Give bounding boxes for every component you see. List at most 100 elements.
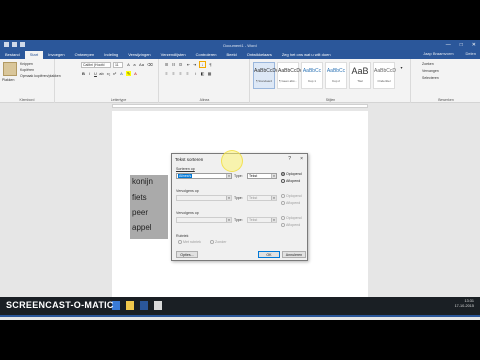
window-controls: — □ ✕ xyxy=(446,42,476,48)
text-effects-icon[interactable]: A xyxy=(119,71,124,76)
subscript-icon[interactable]: x₂ xyxy=(106,71,111,76)
chevron-down-icon: ▾ xyxy=(226,218,231,222)
decrease-indent-icon[interactable]: ⇤ xyxy=(186,62,191,67)
ribbon-tabs: Bestand Start Invoegen Ontwerpen Indelin… xyxy=(0,50,480,59)
tab-beeld[interactable]: Beeld xyxy=(221,51,241,59)
editing-group-label: Bewerken xyxy=(438,98,454,102)
bold-icon[interactable]: B xyxy=(81,71,86,76)
format-painter-button[interactable]: Opmaak kopiëren/plakken xyxy=(20,73,61,79)
clear-format-icon[interactable]: ⌫ xyxy=(147,62,153,67)
font-size-field[interactable]: 11 xyxy=(113,62,123,68)
help-button[interactable]: ? xyxy=(288,156,291,162)
user-name[interactable]: Jaap Braamvorm xyxy=(423,51,453,56)
italic-icon[interactable]: I xyxy=(87,71,92,76)
highlight-icon[interactable]: ✎ xyxy=(126,71,131,76)
tab-ontwerpen[interactable]: Ontwerpen xyxy=(70,51,100,59)
system-clock[interactable]: 13:31 17-10-2015 xyxy=(455,299,474,309)
style-preview: AaBbCc xyxy=(302,68,322,74)
style-preview: AaBbCcDc xyxy=(254,68,279,74)
font-group-label: Lettertype xyxy=(110,98,127,102)
descending-radio[interactable]: Aflopend xyxy=(281,179,300,183)
show-formatting-icon[interactable]: ¶ xyxy=(208,62,213,67)
font-name-field[interactable]: Calibri (Hoofd xyxy=(81,62,111,68)
sort-icon[interactable]: ↓ xyxy=(199,61,206,68)
tab-invoegen[interactable]: Invoegen xyxy=(43,51,69,59)
title-bar: Document1 - Word — □ ✕ xyxy=(0,40,480,50)
no-header-radio[interactable]: Zonder xyxy=(210,240,226,244)
with-header-radio[interactable]: Met rubriek xyxy=(178,240,201,244)
ok-button[interactable]: OK xyxy=(258,251,280,258)
ascending-radio[interactable]: Oplopend xyxy=(281,172,302,176)
numbering-icon[interactable]: ☷ xyxy=(171,62,176,67)
tab-indeling[interactable]: Indeling xyxy=(99,51,123,59)
style-geen-afstand[interactable]: AaBbCcDc ¶ Geen afst... xyxy=(277,62,302,89)
change-case-icon[interactable]: Aa xyxy=(139,62,144,67)
align-left-icon[interactable]: ≡ xyxy=(164,71,169,76)
maximize-icon[interactable]: □ xyxy=(460,42,463,48)
app-icon[interactable] xyxy=(154,301,162,310)
superscript-icon[interactable]: x² xyxy=(112,71,117,76)
then-by-select-2[interactable]: ▾ xyxy=(176,217,232,223)
shrink-font-icon[interactable]: a xyxy=(132,62,137,67)
radio-icon xyxy=(281,223,285,227)
style-name: ¶ Geen afst... xyxy=(279,79,297,83)
styles-more-icon[interactable]: ▾ xyxy=(399,65,404,70)
sort-by-select[interactable]: Alinea's ▾ xyxy=(176,173,232,179)
tab-verzendlijsten[interactable]: Verzendlijsten xyxy=(156,51,191,59)
style-ondertitel[interactable]: AaBbCcD Ondertitel xyxy=(373,62,396,89)
paste-icon[interactable] xyxy=(3,62,17,76)
tab-verwijzingen[interactable]: Verwijzingen xyxy=(123,51,155,59)
close-icon[interactable]: ✕ xyxy=(472,42,476,48)
font-color-icon[interactable]: A xyxy=(133,71,138,76)
shading-icon[interactable]: ◧ xyxy=(200,71,205,76)
tab-bestand[interactable]: Bestand xyxy=(0,51,25,59)
paste-button[interactable]: Plakken xyxy=(2,77,14,83)
dialog-close-button[interactable]: × xyxy=(300,156,303,162)
cancel-button[interactable]: Annuleren xyxy=(282,251,306,258)
radio-selected-icon xyxy=(281,172,285,176)
ascending-radio-3[interactable]: Oplopend xyxy=(281,216,302,220)
type-select[interactable]: Tekst ▾ xyxy=(247,173,277,179)
align-center-icon[interactable]: ≡ xyxy=(171,71,176,76)
word-window: Document1 - Word — □ ✕ Bestand Start Inv… xyxy=(0,40,480,320)
minimize-icon[interactable]: — xyxy=(446,42,451,48)
descending-radio-3[interactable]: Aflopend xyxy=(281,223,300,227)
style-titel[interactable]: AaB Titel xyxy=(349,62,371,89)
bullets-icon[interactable]: ☰ xyxy=(164,62,169,67)
replace-button[interactable]: Vervangen xyxy=(422,68,439,74)
justify-icon[interactable]: ≡ xyxy=(185,71,190,76)
underline-icon[interactable]: U xyxy=(93,71,98,76)
type-label-3: Type: xyxy=(234,218,243,222)
tab-ontwikkelaars[interactable]: Ontwikkelaars xyxy=(242,51,277,59)
options-button[interactable]: Opties... xyxy=(176,251,198,258)
increase-indent-icon[interactable]: ⇥ xyxy=(192,62,197,67)
strikethrough-icon[interactable]: ab xyxy=(99,71,104,76)
tell-me-search[interactable]: Zeg het ons wat u wilt doen xyxy=(277,51,336,59)
borders-icon[interactable]: ▦ xyxy=(207,71,212,76)
descending-radio-2[interactable]: Aflopend xyxy=(281,201,300,205)
descending-label: Aflopend xyxy=(286,179,301,183)
type-label: Type: xyxy=(234,174,243,178)
tab-start[interactable]: Start xyxy=(24,51,44,59)
style-name: Ondertitel xyxy=(377,79,391,83)
word-icon[interactable] xyxy=(140,301,148,310)
type-select-3[interactable]: Tekst ▾ xyxy=(247,217,277,223)
style-kop-1[interactable]: AaBbCc Kop 1 xyxy=(301,62,323,89)
select-button[interactable]: Selecteren xyxy=(422,75,439,81)
chevron-down-icon: ▾ xyxy=(271,196,276,200)
find-button[interactable]: Zoeken xyxy=(422,61,434,67)
type-select-2[interactable]: Tekst ▾ xyxy=(247,195,277,201)
line-spacing-icon[interactable]: ↕ xyxy=(193,71,198,76)
style-kop-2[interactable]: AaBbCc Kop 2 xyxy=(325,62,347,89)
sort-text-dialog: Tekst sorteren ? × Sorteren op Alinea's … xyxy=(171,153,308,261)
style-standaard[interactable]: AaBbCcDc ¶ Standaard xyxy=(253,62,279,89)
align-right-icon[interactable]: ≡ xyxy=(178,71,183,76)
grow-font-icon[interactable]: A xyxy=(126,62,131,67)
clipboard-group: Plakken Knippen Kopiëren Opmaak kopiëren… xyxy=(0,59,61,103)
tab-controleren[interactable]: Controleren xyxy=(191,51,222,59)
explorer-icon[interactable] xyxy=(126,301,134,310)
multilevel-list-icon[interactable]: ☲ xyxy=(178,62,183,67)
then-by-select[interactable]: ▾ xyxy=(176,195,232,201)
ascending-radio-2[interactable]: Oplopend xyxy=(281,194,302,198)
share-button[interactable]: Delen xyxy=(466,51,476,56)
